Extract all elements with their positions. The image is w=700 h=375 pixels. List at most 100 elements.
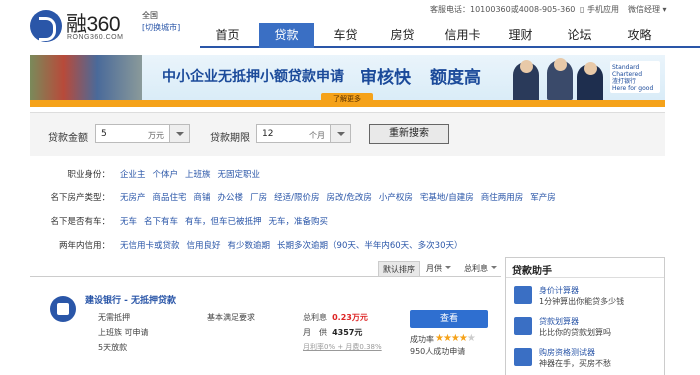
filter-row: 两年内信用： 无信用卡或贷款 信用良好 有少数逾期 长期多次逾期（90天、半年内60天、…: [30, 233, 665, 255]
filter-row: 名下房产类型： 无房产 商品住宅 商铺 办公楼 厂房 经适/限价房 房改/危改房 小产权房 宅基地…: [30, 185, 665, 207]
view-button[interactable]: 查看: [410, 310, 488, 328]
filter-option[interactable]: 无信用卡或贷款: [120, 241, 180, 251]
filter-row: 名下是否有车： 无车 名下有车 有车，但车已被抵押 无车，准备购买: [30, 209, 665, 231]
filter-row: 职业身份： 企业主 个体户 上班族 无固定职业: [30, 162, 665, 184]
mobile-app-link[interactable]: ▯ 手机应用: [580, 4, 619, 15]
filter-option[interactable]: 小产权房: [379, 193, 413, 203]
monthly-label: 月 供: [303, 328, 327, 337]
filter-option[interactable]: 无车: [120, 217, 137, 227]
term-value: 12: [262, 129, 274, 139]
interest-value: 0.23万元: [332, 313, 368, 322]
filter-option[interactable]: 企业主: [120, 170, 146, 180]
amount-label: 贷款金额: [48, 133, 88, 144]
nav-item-loans[interactable]: 贷款: [259, 23, 314, 48]
filter-label: 名下是否有车：: [50, 217, 110, 227]
tool-title[interactable]: 贷款划算器: [539, 316, 579, 327]
sponsor-text: Standard Chartered 渣打银行 Here for good: [612, 64, 653, 92]
loan-product-card: 建设银行 - 无抵押贷款 无需抵押 上班族 可申请 5天放款 基本满足要求 总利…: [30, 278, 501, 375]
filter-option[interactable]: 上班族: [185, 170, 211, 180]
sort-interest-tab[interactable]: 总利息: [464, 261, 497, 276]
rating-stars: ★★★★★: [435, 333, 476, 344]
wechat-manager-link[interactable]: 微信经理 ▾: [628, 4, 667, 15]
tool-desc: 1分钟算出你能贷多少钱: [539, 297, 625, 306]
filter-option[interactable]: 有少数逾期: [228, 241, 271, 251]
filter-option[interactable]: 无固定职业: [218, 170, 261, 180]
nav-item-credit-card[interactable]: 信用卡: [435, 23, 490, 48]
tool-house[interactable]: 购房资格测试器 神器在手，买房不愁: [512, 346, 662, 374]
filter-label: 两年内信用：: [58, 241, 110, 251]
chevron-down-icon[interactable]: [330, 125, 350, 142]
chevron-down-icon[interactable]: [169, 125, 189, 142]
logo-mark-icon: [30, 10, 62, 42]
amount-value: 5: [101, 129, 107, 139]
filter-option[interactable]: 厂房: [250, 193, 267, 203]
filter-option[interactable]: 商铺: [194, 193, 211, 203]
sort-default-tab[interactable]: 默认排序: [378, 261, 420, 276]
filter-options: 无房产 商品住宅 商铺 办公楼 厂房 经适/限价房 房改/危改房 小产权房 宅基地/自建房 商住两…: [120, 191, 563, 203]
sponsor-line: Chartered: [612, 71, 643, 78]
filter-options: 企业主 个体户 上班族 无固定职业: [120, 168, 267, 180]
interest-label: 总利息: [303, 313, 327, 322]
tool-title[interactable]: 身价计算器: [539, 285, 579, 296]
nav-item-car-loans[interactable]: 车贷: [318, 23, 373, 48]
filter-options: 无车 名下有车 有车，但车已被抵押 无车，准备购买: [120, 215, 335, 227]
product-tag: 无需抵押: [98, 313, 130, 322]
interest-row: 总利息 0.23万元: [303, 312, 368, 323]
tool-desc: 神器在手，买房不愁: [539, 359, 611, 368]
sort-monthly-tab[interactable]: 月供: [426, 261, 451, 276]
banner-text: 中小企业无抵押小额贷款申请: [162, 69, 344, 85]
filter-option[interactable]: 长期多次逾期（90天、半年内60天、多次30天）: [277, 241, 462, 251]
tool-calculator[interactable]: 身价计算器 1分钟算出你能贷多少钱: [512, 284, 662, 312]
tool-scale[interactable]: 贷款划算器 比比你的贷款划算吗: [512, 315, 662, 343]
filter-option[interactable]: 商品住宅: [153, 193, 187, 203]
wechat-label: 微信经理: [628, 5, 660, 14]
tool-title[interactable]: 购房资格测试器: [539, 347, 595, 358]
filter-label: 名下房产类型：: [50, 193, 110, 203]
filter-option[interactable]: 信用良好: [187, 241, 221, 251]
main-nav: 首页 贷款 车贷 房贷 信用卡 理财 论坛 攻略: [200, 23, 700, 48]
results-sort-bar: 默认排序 月供 总利息: [30, 257, 501, 277]
nav-item-home[interactable]: 首页: [200, 23, 255, 48]
divider: [506, 277, 664, 278]
success-count: 950人成功申请: [410, 347, 466, 356]
filter-option[interactable]: 无房产: [120, 193, 146, 203]
filter-option[interactable]: 无车，准备购买: [269, 217, 329, 227]
nav-item-guide[interactable]: 攻略: [612, 23, 667, 48]
filter-option[interactable]: 个体户: [153, 170, 179, 180]
success-label: 成功率: [410, 335, 434, 344]
sponsor-line: 渣打银行: [612, 78, 637, 85]
nav-item-forum[interactable]: 论坛: [552, 23, 607, 48]
nav-item-mortgage[interactable]: 房贷: [375, 23, 430, 48]
site-logo[interactable]: 融360 RONG360.COM: [30, 8, 140, 44]
sort-monthly-label: 月供: [426, 264, 442, 273]
amount-select[interactable]: 5 万元: [95, 124, 190, 143]
banner-highlight-high: 额度高: [430, 68, 481, 88]
star-empty-icon: ★: [466, 333, 476, 344]
monthly-value: 4357元: [332, 328, 363, 337]
person-figure: [547, 58, 573, 100]
filter-option[interactable]: 房改/危改房: [326, 193, 371, 203]
current-city: 全国: [142, 11, 158, 20]
filter-option[interactable]: 办公楼: [218, 193, 244, 203]
banner-city-image: [30, 55, 142, 100]
research-button[interactable]: 重新搜索: [369, 124, 449, 144]
sort-arrow-icon: [445, 266, 451, 272]
filter-option[interactable]: 军产房: [530, 193, 556, 203]
monthly-row: 月 供 4357元: [303, 327, 362, 338]
product-name-link[interactable]: 建设银行 - 无抵押贷款: [85, 293, 176, 306]
learn-more-button[interactable]: 了解更多: [321, 93, 373, 106]
ad-banner[interactable]: 中小企业无抵押小额贷款申请 审核快 额度高 Standard Chartered…: [30, 55, 665, 107]
term-select[interactable]: 12 个月: [256, 124, 351, 143]
city-switch-link[interactable]: [切换城市]: [142, 22, 180, 33]
filter-option[interactable]: 名下有车: [144, 217, 178, 227]
filter-option[interactable]: 商住两用房: [481, 193, 524, 203]
fee-note[interactable]: 月利率0% + 月费0.38%: [303, 342, 382, 352]
nav-item-finance[interactable]: 理财: [493, 23, 548, 48]
product-tag: 上班族 可申请: [98, 328, 149, 337]
filter-option[interactable]: 经适/限价房: [274, 193, 319, 203]
loan-search-bar: 贷款金额 5 万元 贷款期限 12 个月 重新搜索: [30, 112, 665, 156]
assistant-title: 贷款助手: [512, 266, 552, 277]
filter-option[interactable]: 有车，但车已被抵押: [185, 217, 262, 227]
filter-option[interactable]: 宅基地/自建房: [420, 193, 474, 203]
requirement-text: 基本满足要求: [207, 313, 255, 322]
